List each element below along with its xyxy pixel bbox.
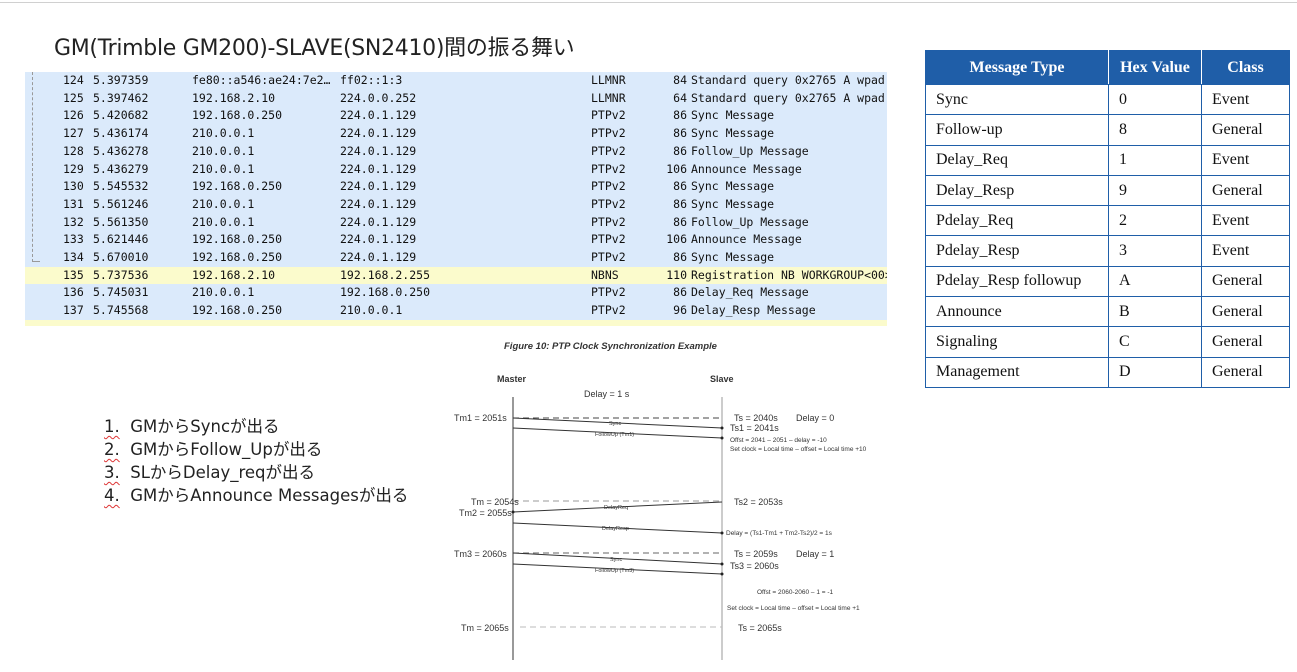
figure-caption: Figure 10: PTP Clock Synchronization Exa… <box>504 341 718 352</box>
sync-label-1: Sync <box>609 421 621 427</box>
tm3-label: Tm3 = 2060s <box>454 549 507 559</box>
tm1-label: Tm1 = 2051s <box>454 413 507 423</box>
tm2-label: Tm2 = 2055s <box>459 508 512 518</box>
offset2-text: Offst = 2060-2060 – 1 = -1 <box>757 589 834 596</box>
delay0-label: Delay = 0 <box>796 413 834 423</box>
delay-label: Delay = 1 s <box>584 389 630 399</box>
followup-label-2: FollowUp (Tm3) <box>595 568 634 574</box>
slave-label: Slave <box>710 374 734 384</box>
tm2065-label: Tm = 2065s <box>461 623 509 633</box>
setclock2-text: Set clock = Local time – offset = Local … <box>727 605 860 612</box>
ts1-label: Ts1 = 2041s <box>730 423 779 433</box>
offset1-text: Offst = 2041 – 2051 – delay = -10 <box>730 437 827 444</box>
delayresp-label: DelayResp <box>602 526 629 532</box>
delay-calc-text: Delay = (Ts1-Tm1 + Tm2-Ts2)/2 = 1s <box>726 530 833 537</box>
setclock1-text: Set clock = Local time – offset = Local … <box>730 446 867 453</box>
master-label: Master <box>497 374 527 384</box>
sync-label-2: Sync <box>610 557 622 563</box>
ts3-label: Ts3 = 2060s <box>730 561 779 571</box>
delay1-label: Delay = 1 <box>796 549 834 559</box>
ptp-sync-diagram: Figure 10: PTP Clock Synchronization Exa… <box>454 341 867 660</box>
tm2054-label: Tm = 2054s <box>471 497 519 507</box>
ts0-label: Ts = 2040s <box>734 413 778 423</box>
followup-label-1: FollowUp (Tm1) <box>595 432 634 438</box>
ts2065-label: Ts = 2065s <box>738 623 782 633</box>
ts2-label: Ts2 = 2053s <box>734 497 783 507</box>
delayreq-label: DelayReq <box>604 505 628 511</box>
ts2059-label: Ts = 2059s <box>734 549 778 559</box>
